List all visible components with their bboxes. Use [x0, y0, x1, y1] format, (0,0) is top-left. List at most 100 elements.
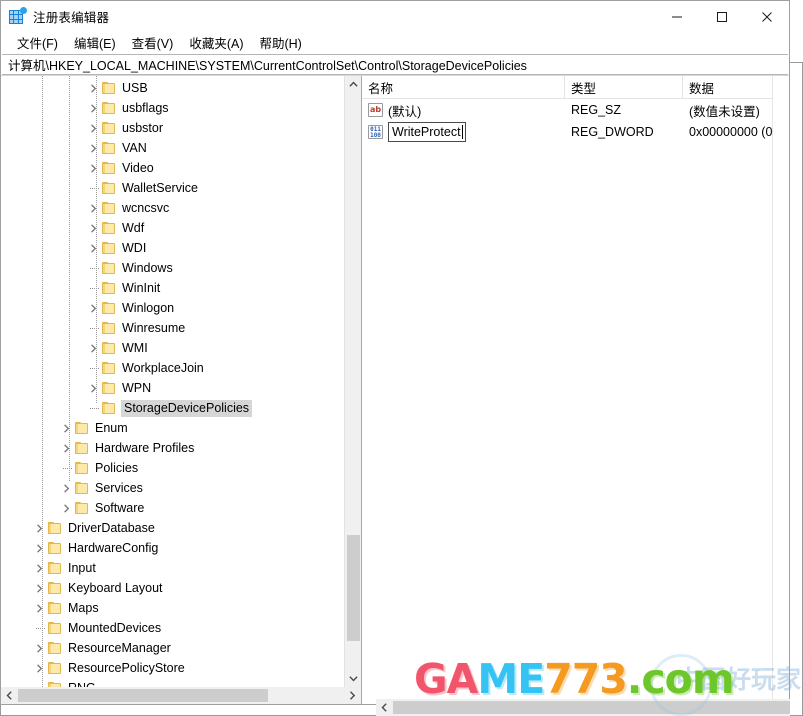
tree-item-van[interactable]: VAN: [1, 138, 361, 158]
tree-item-wininit[interactable]: WinInit: [1, 278, 361, 298]
chevron-right-icon[interactable]: [58, 498, 74, 518]
menu-help[interactable]: 帮助(H): [251, 31, 309, 55]
tree-item-windows[interactable]: Windows: [1, 258, 361, 278]
value-rename-input[interactable]: WriteProtect: [388, 122, 466, 142]
folder-icon: [101, 261, 117, 275]
registry-tree[interactable]: USB usbflags usbstor VAN Video WalletService w…: [1, 78, 361, 687]
column-header-name[interactable]: 名称: [362, 76, 565, 98]
menu-view[interactable]: 查看(V): [124, 31, 182, 55]
chevron-right-icon[interactable]: [85, 78, 101, 98]
menu-file[interactable]: 文件(F): [9, 31, 66, 55]
tree-item-driverdatabase[interactable]: DriverDatabase: [1, 518, 361, 538]
scroll-up-button[interactable]: [345, 76, 361, 93]
maximize-button[interactable]: [699, 1, 744, 32]
chevron-right-icon[interactable]: [85, 238, 101, 258]
tree-item-software[interactable]: Software: [1, 498, 361, 518]
scroll-right-button[interactable]: [344, 687, 361, 704]
tree-item-winlogon[interactable]: Winlogon: [1, 298, 361, 318]
tree-item-services[interactable]: Services: [1, 478, 361, 498]
tree-scroll-area: USB usbflags usbstor VAN Video WalletService w…: [1, 76, 361, 687]
tree-leaf-connector: [85, 398, 101, 418]
minimize-button[interactable]: [654, 1, 699, 32]
chevron-right-icon[interactable]: [85, 138, 101, 158]
tree-item-video[interactable]: Video: [1, 158, 361, 178]
chevron-right-icon[interactable]: [31, 558, 47, 578]
address-bar[interactable]: 计算机\HKEY_LOCAL_MACHINE\SYSTEM\CurrentCon…: [2, 54, 788, 75]
tree-item-wpn[interactable]: WPN: [1, 378, 361, 398]
chevron-right-icon[interactable]: [58, 418, 74, 438]
value-row[interactable]: ab (默认) REG_SZ (数值未设置): [362, 99, 789, 121]
value-name-cell[interactable]: 011 100 WriteProtect: [362, 121, 565, 143]
column-header-type[interactable]: 类型: [565, 76, 683, 98]
chevron-right-icon[interactable]: [31, 658, 47, 678]
tree-vertical-scrollbar[interactable]: [344, 76, 361, 687]
values-list[interactable]: ab (默认) REG_SZ (数值未设置) 011 100 WriteProtect REG…: [362, 99, 789, 143]
tree-leaf-connector: [85, 318, 101, 338]
chevron-down-icon: [349, 676, 358, 682]
tree-item-hardware-profiles[interactable]: Hardware Profiles: [1, 438, 361, 458]
scroll-left-button[interactable]: [1, 687, 18, 704]
scroll-down-button[interactable]: [345, 670, 361, 687]
tree-item-enum[interactable]: Enum: [1, 418, 361, 438]
tree-item-mounteddevices[interactable]: MountedDevices: [1, 618, 361, 638]
chevron-right-icon[interactable]: [31, 518, 47, 538]
chevron-right-icon[interactable]: [31, 638, 47, 658]
bg-scroll-left-button[interactable]: [376, 699, 393, 716]
chevron-right-icon[interactable]: [85, 298, 101, 318]
tree-item-wcncsvc[interactable]: wcncsvc: [1, 198, 361, 218]
tree-item-maps[interactable]: Maps: [1, 598, 361, 618]
tree-item-wdf[interactable]: Wdf: [1, 218, 361, 238]
bg-hscroll-track[interactable]: [393, 699, 790, 716]
tree-hscroll-thumb[interactable]: [18, 689, 268, 702]
tree-item-label: WorkplaceJoin: [122, 361, 204, 375]
chevron-right-icon[interactable]: [85, 98, 101, 118]
folder-icon: [47, 541, 63, 555]
tree-item-policies[interactable]: Policies: [1, 458, 361, 478]
close-icon: [761, 11, 772, 22]
tree-item-workplacejoin[interactable]: WorkplaceJoin: [1, 358, 361, 378]
chevron-right-icon[interactable]: [85, 118, 101, 138]
values-vertical-scrollbar[interactable]: [772, 76, 789, 704]
chevron-right-icon[interactable]: [31, 538, 47, 558]
folder-icon: [101, 361, 117, 375]
window-title: 注册表编辑器: [33, 11, 110, 25]
value-name-cell[interactable]: ab (默认): [362, 99, 565, 121]
tree-item-winresume[interactable]: Winresume: [1, 318, 361, 338]
tree-item-wmi[interactable]: WMI: [1, 338, 361, 358]
tree-leaf-connector: [85, 258, 101, 278]
tree-item-rng[interactable]: RNG: [1, 678, 361, 687]
tree-item-usb[interactable]: USB: [1, 78, 361, 98]
tree-item-hardwareconfig[interactable]: HardwareConfig: [1, 538, 361, 558]
tree-item-keyboard-layout[interactable]: Keyboard Layout: [1, 578, 361, 598]
chevron-right-icon[interactable]: [58, 478, 74, 498]
tree-item-resourcemanager[interactable]: ResourceManager: [1, 638, 361, 658]
tree-hscroll-track[interactable]: [18, 687, 344, 704]
menu-edit[interactable]: 编辑(E): [66, 31, 124, 55]
chevron-right-icon[interactable]: [58, 438, 74, 458]
tree-item-resourcepolicystore[interactable]: ResourcePolicyStore: [1, 658, 361, 678]
chevron-right-icon[interactable]: [31, 578, 47, 598]
tree-item-walletservice[interactable]: WalletService: [1, 178, 361, 198]
chevron-right-icon[interactable]: [85, 158, 101, 178]
registry-editor-window: 注册表编辑器 文件(F) 编辑(E) 查看(V) 收藏夹(A) 帮助(H) 计算…: [0, 0, 790, 705]
tree-item-usbstor[interactable]: usbstor: [1, 118, 361, 138]
tree-horizontal-scrollbar[interactable]: [1, 687, 361, 704]
chevron-right-icon[interactable]: [31, 598, 47, 618]
value-row[interactable]: 011 100 WriteProtect REG_DWORD 0x00000000 (0…: [362, 121, 789, 143]
chevron-right-icon[interactable]: [85, 338, 101, 358]
tree-item-usbflags[interactable]: usbflags: [1, 98, 361, 118]
bg-hscroll-thumb[interactable]: [393, 701, 790, 714]
menu-bar: 文件(F) 编辑(E) 查看(V) 收藏夹(A) 帮助(H): [1, 32, 789, 54]
folder-icon: [101, 241, 117, 255]
tree-item-wdi[interactable]: WDI: [1, 238, 361, 258]
tree-item-input[interactable]: Input: [1, 558, 361, 578]
tree-scroll-thumb[interactable]: [347, 535, 360, 641]
chevron-right-icon[interactable]: [85, 198, 101, 218]
chevron-right-icon[interactable]: [85, 218, 101, 238]
close-button[interactable]: [744, 1, 789, 32]
folder-icon: [101, 341, 117, 355]
tree-item-storagedevicepolicies[interactable]: StorageDevicePolicies: [1, 398, 361, 418]
menu-favorites[interactable]: 收藏夹(A): [181, 31, 251, 55]
chevron-right-icon[interactable]: [85, 378, 101, 398]
background-horizontal-scrollbar[interactable]: [376, 699, 790, 716]
